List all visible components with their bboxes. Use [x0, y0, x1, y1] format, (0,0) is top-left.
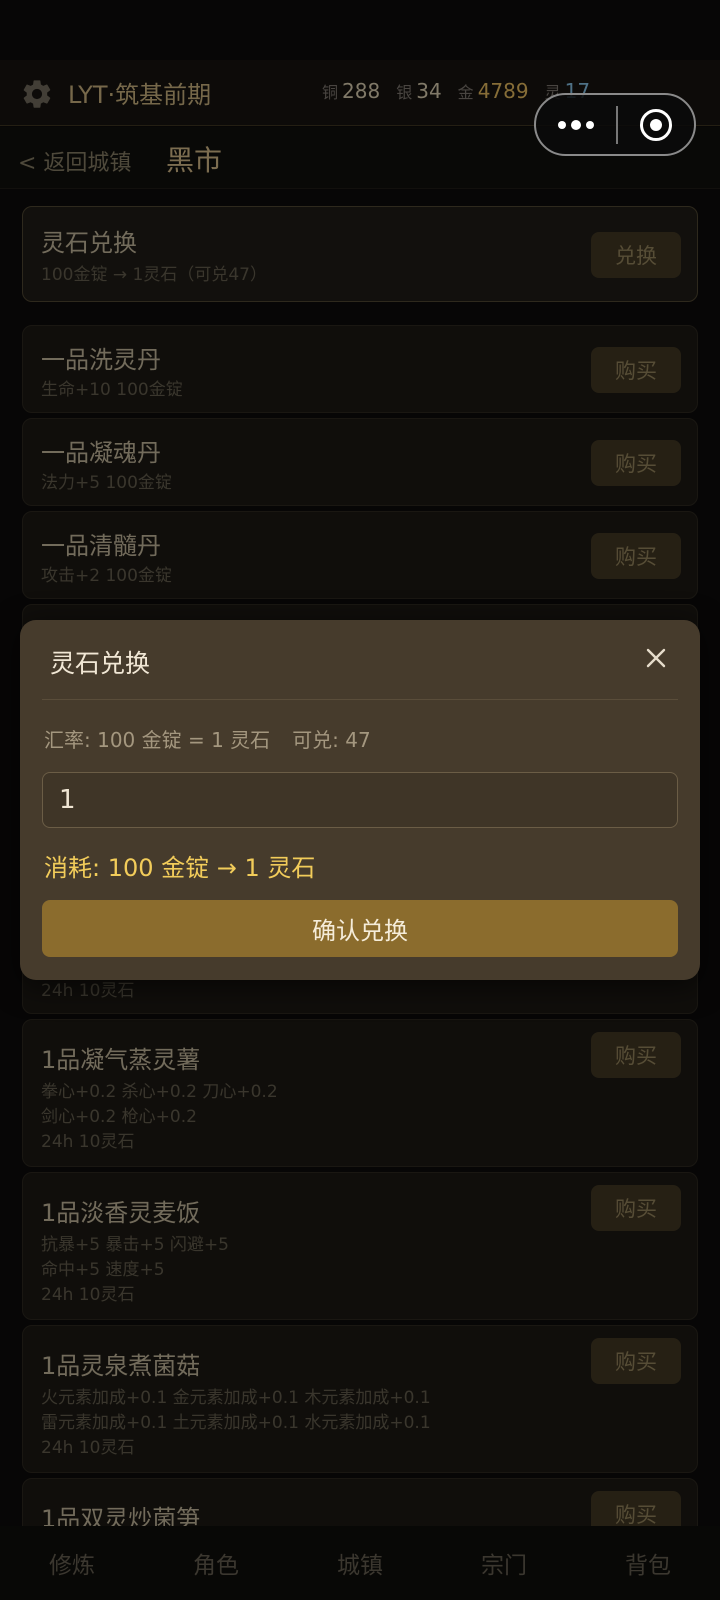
more-options-icon[interactable] — [536, 95, 616, 154]
dialog-title: 灵石兑换 — [50, 649, 151, 678]
dialog-divider — [42, 699, 678, 700]
rate-text: 汇率: 100 金锭 = 1 灵石 — [44, 728, 271, 752]
close-icon[interactable] — [640, 642, 672, 674]
quantity-input[interactable] — [42, 772, 678, 828]
confirm-exchange-button[interactable]: 确认兑换 — [42, 900, 678, 957]
available-text: 可兑: 47 — [292, 728, 371, 752]
exchange-dialog: 灵石兑换 汇率: 100 金锭 = 1 灵石可兑: 47 消耗: 100 金锭 … — [20, 620, 700, 980]
close-miniprogram-icon[interactable] — [618, 95, 694, 154]
exchange-rate: 汇率: 100 金锭 = 1 灵石 可兑: 47 — [44, 724, 371, 753]
cost-preview: 消耗: 100 金锭 → 1 灵石 — [44, 854, 316, 882]
miniprogram-capsule — [534, 93, 696, 156]
